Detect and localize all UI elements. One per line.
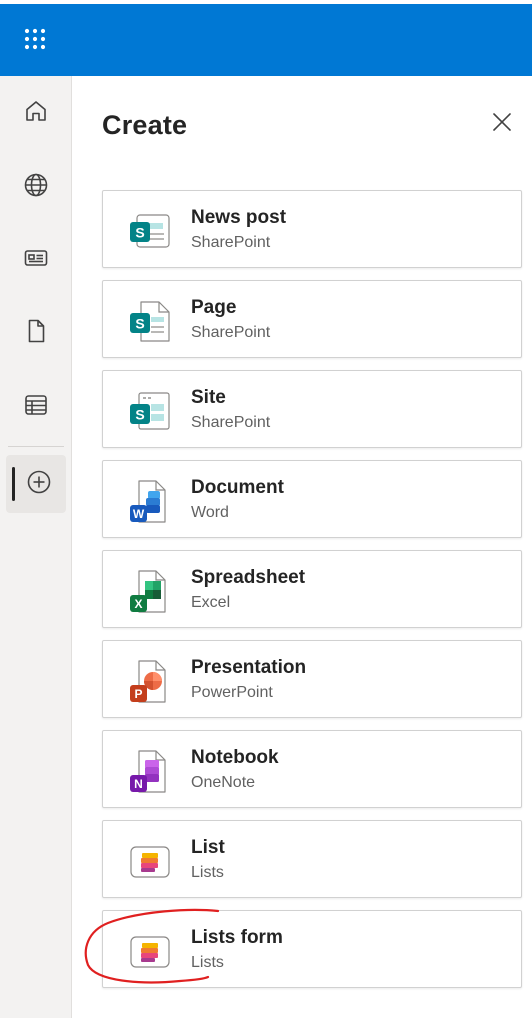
panel-title: Create — [102, 110, 188, 140]
item-name: Site — [191, 387, 226, 408]
close-button[interactable] — [490, 112, 514, 136]
suite-header-bar — [0, 4, 532, 76]
close-icon — [492, 112, 512, 137]
rail-news-button[interactable] — [6, 231, 66, 289]
item-name: Presentation — [191, 657, 307, 678]
sharepoint-news-icon: S — [127, 209, 173, 255]
item-app: Lists — [191, 954, 224, 971]
item-name: News post — [191, 207, 287, 228]
svg-text:N: N — [134, 777, 143, 791]
svg-text:X: X — [134, 597, 142, 611]
suite-header — [0, 0, 532, 76]
item-app: SharePoint — [191, 234, 271, 251]
powerpoint-icon: P — [127, 659, 173, 705]
rail-home-button[interactable] — [6, 84, 66, 142]
item-name: Notebook — [191, 747, 279, 768]
active-indicator — [12, 467, 15, 501]
sharepoint-page-icon: S — [127, 299, 173, 345]
rail-divider — [8, 446, 64, 447]
item-name: Document — [191, 477, 284, 498]
rail-lists-button[interactable] — [6, 378, 66, 436]
svg-text:W: W — [133, 507, 145, 521]
create-item-lists-form[interactable]: Lists form Lists — [102, 910, 522, 988]
item-app: PowerPoint — [191, 684, 273, 701]
file-icon — [22, 317, 50, 350]
svg-text:S: S — [135, 316, 144, 332]
item-app: Excel — [191, 594, 231, 611]
home-icon — [22, 97, 50, 130]
create-item-list[interactable]: List Lists — [102, 820, 522, 898]
onenote-icon: N — [127, 749, 173, 795]
svg-text:S: S — [135, 225, 144, 241]
rail-create-button[interactable] — [6, 455, 66, 513]
item-app: SharePoint — [191, 324, 271, 341]
create-item-news-post[interactable]: S News post SharePoint — [102, 190, 522, 268]
create-panel: Create S News post SharePoint S Page Sha… — [72, 76, 532, 1018]
item-name: Spreadsheet — [191, 567, 306, 588]
word-icon: W — [127, 479, 173, 525]
item-name: Lists form — [191, 927, 283, 948]
create-item-spreadsheet[interactable]: X Spreadsheet Excel — [102, 550, 522, 628]
lists-form-icon — [127, 929, 173, 975]
globe-icon — [22, 171, 50, 204]
item-app: Lists — [191, 864, 224, 881]
waffle-grid-icon[interactable] — [17, 21, 53, 57]
item-name: List — [191, 837, 225, 858]
item-name: Page — [191, 297, 237, 318]
lists-icon — [127, 839, 173, 885]
sharepoint-site-icon: S — [127, 389, 173, 435]
list-table-icon — [22, 391, 50, 424]
svg-text:P: P — [134, 687, 142, 701]
item-app: OneNote — [191, 774, 256, 791]
item-app: Word — [191, 504, 229, 521]
app-rail — [0, 76, 72, 1018]
create-item-site[interactable]: S Site SharePoint — [102, 370, 522, 448]
create-item-notebook[interactable]: N Notebook OneNote — [102, 730, 522, 808]
create-item-presentation[interactable]: P Presentation PowerPoint — [102, 640, 522, 718]
rail-sites-button[interactable] — [6, 158, 66, 216]
item-app: SharePoint — [191, 414, 271, 431]
news-icon — [22, 244, 50, 277]
create-item-document[interactable]: W Document Word — [102, 460, 522, 538]
excel-icon: X — [127, 569, 173, 615]
rail-files-button[interactable] — [6, 304, 66, 362]
create-item-page[interactable]: S Page SharePoint — [102, 280, 522, 358]
add-circle-icon — [25, 468, 53, 501]
svg-text:S: S — [135, 407, 144, 423]
